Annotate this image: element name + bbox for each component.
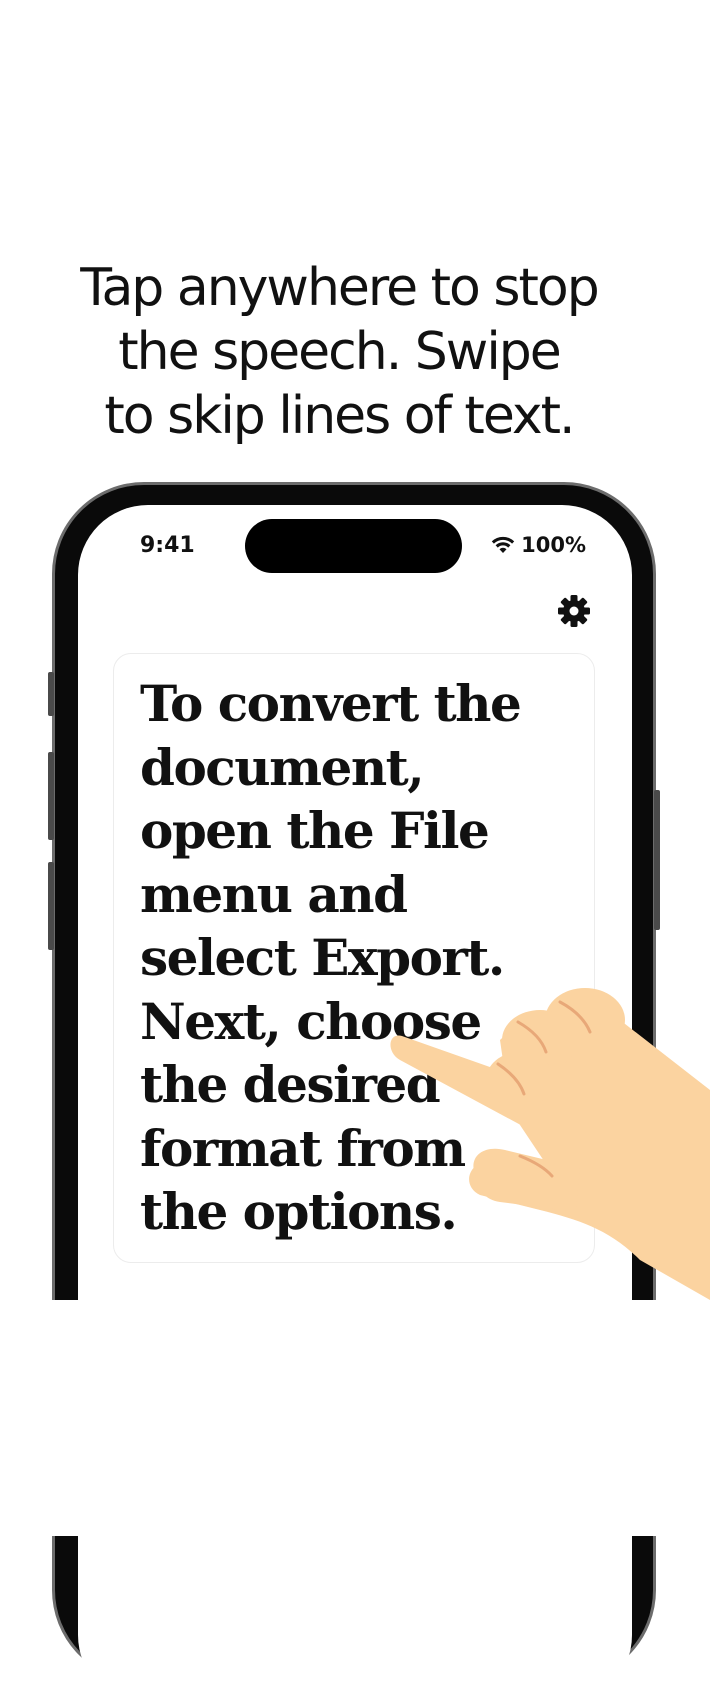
status-time: 9:41	[140, 533, 195, 558]
wifi-icon	[491, 536, 515, 553]
dynamic-island	[245, 519, 462, 573]
text-line: document,	[140, 737, 425, 797]
gear-icon	[558, 595, 590, 627]
bottom-background	[0, 1300, 710, 1536]
power-button	[654, 790, 660, 930]
volume-up-button	[48, 752, 54, 840]
headline-line: to skip lines of text.	[104, 386, 575, 446]
tapping-hand-icon	[390, 988, 710, 1300]
battery-level: 100%	[521, 533, 586, 557]
text-line: menu and	[140, 864, 408, 924]
text-line: open the File	[140, 801, 490, 860]
headline: Tap anywhere to stop the speech. Swipe t…	[0, 256, 678, 448]
volume-down-button	[48, 862, 54, 950]
text-line: To convert the	[140, 674, 522, 733]
status-right: 100%	[491, 533, 586, 557]
settings-button[interactable]	[556, 593, 592, 629]
headline-line: the speech. Swipe	[118, 322, 562, 382]
action-button	[48, 672, 54, 716]
headline-line: Tap anywhere to stop	[80, 258, 599, 318]
